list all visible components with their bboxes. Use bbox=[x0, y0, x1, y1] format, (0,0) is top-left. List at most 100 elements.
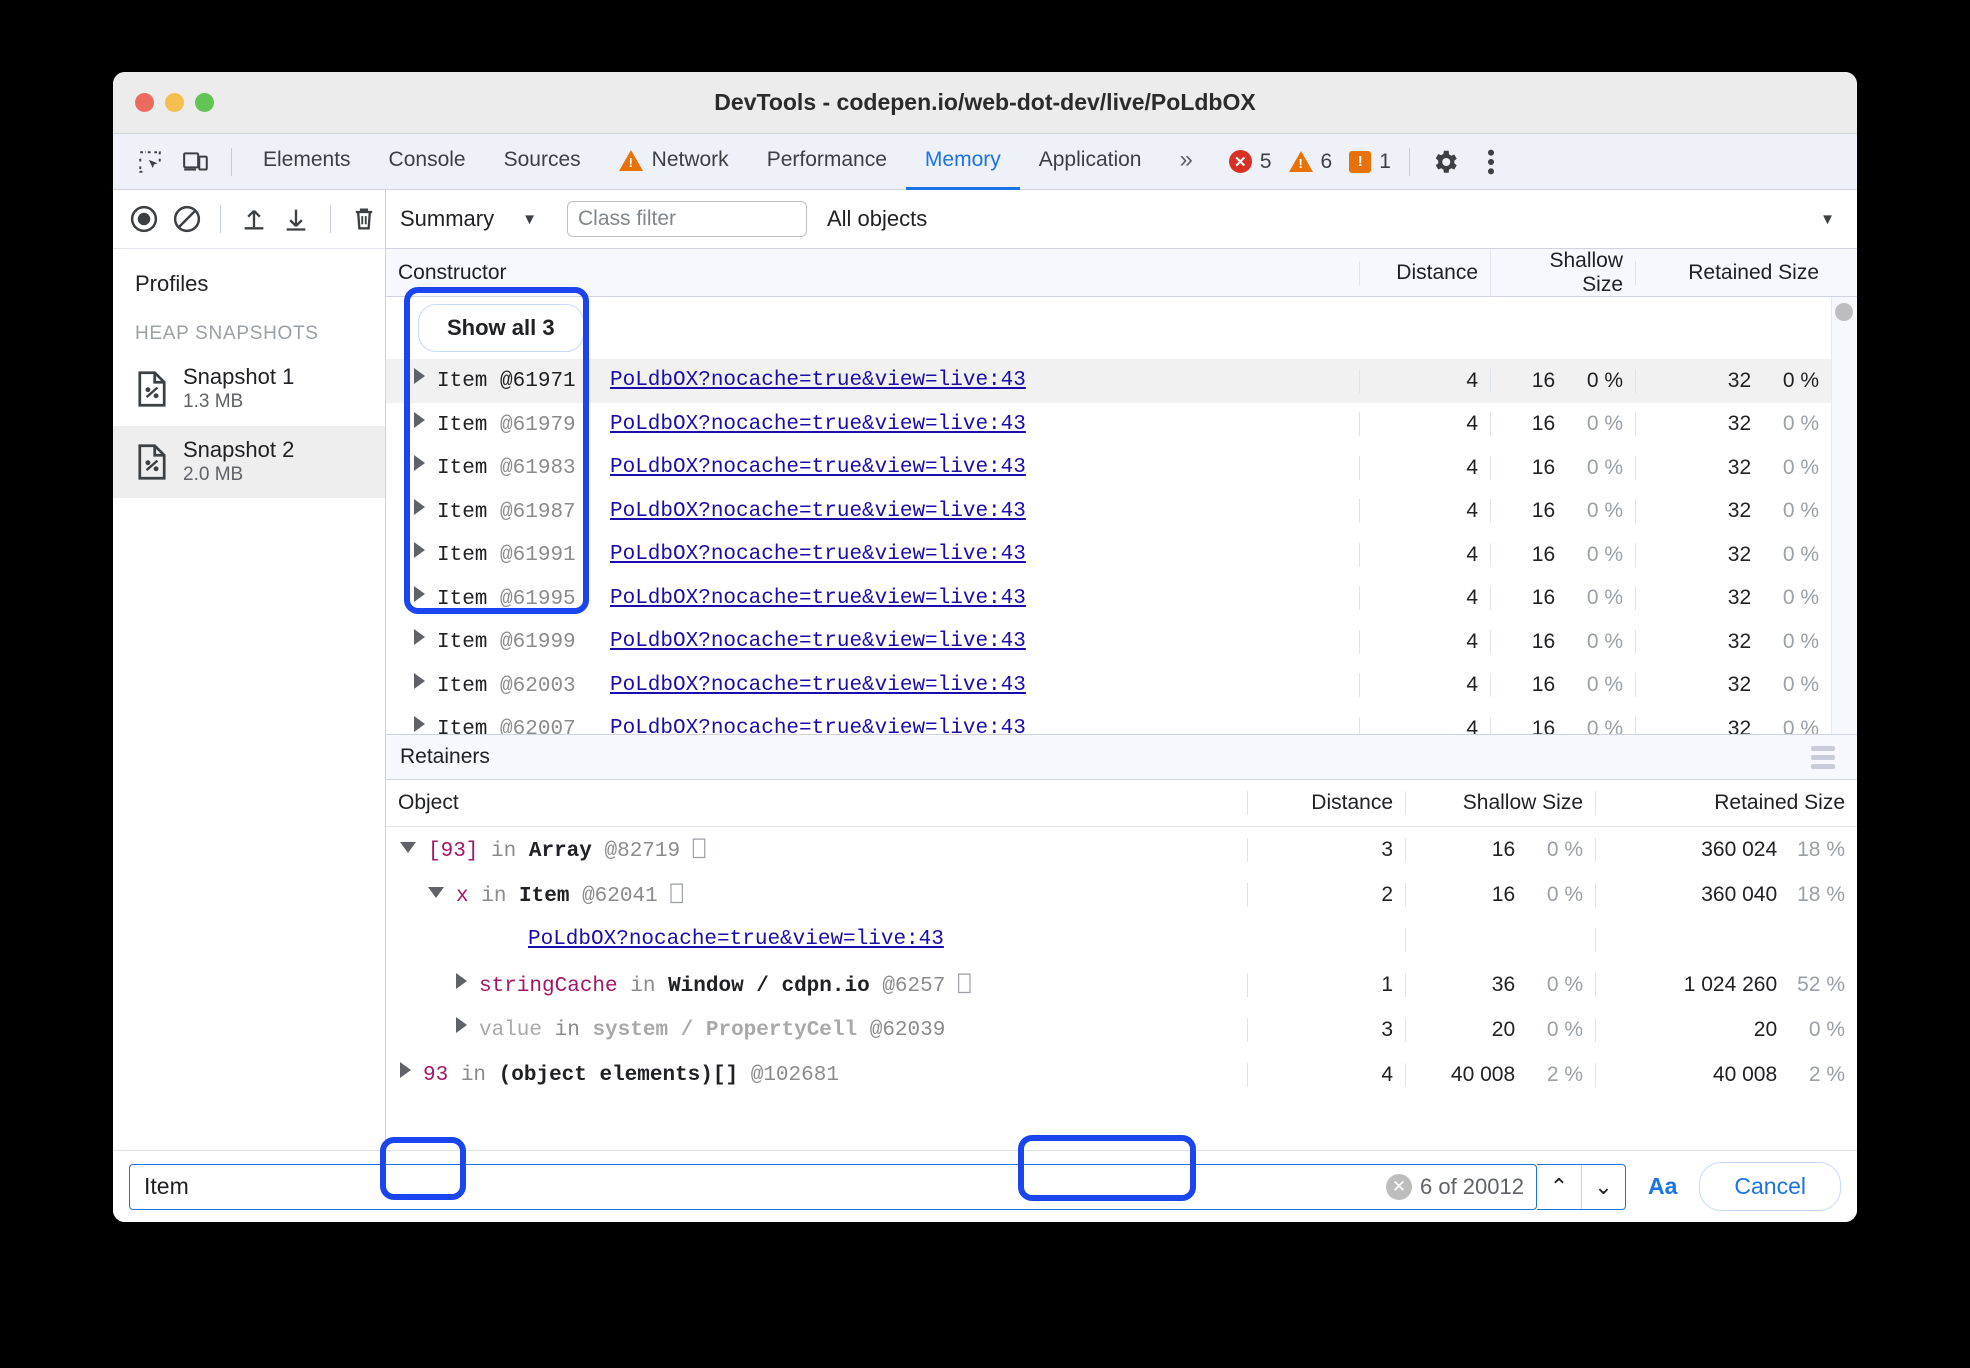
source-link[interactable]: PoLdbOX?nocache=true&view=live:43 bbox=[610, 543, 1026, 566]
expand-triangle-icon[interactable] bbox=[414, 368, 425, 385]
retainer-object-cell[interactable]: [93] in Array @82719 ⎕ bbox=[386, 837, 1247, 863]
expand-triangle-icon[interactable] bbox=[400, 1062, 411, 1078]
table-row[interactable]: Item @62007 PoLdbOX?nocache=true&view=liv… bbox=[386, 707, 1857, 734]
tab-performance[interactable]: Performance bbox=[748, 134, 906, 190]
source-link[interactable]: PoLdbOX?nocache=true&view=live:43 bbox=[610, 717, 1026, 734]
retainer-object-cell[interactable]: x in Item @62041 ⎕ bbox=[386, 882, 1247, 908]
hamburger-menu-icon[interactable] bbox=[1811, 745, 1835, 769]
gear-icon[interactable] bbox=[1422, 141, 1468, 183]
trash-icon[interactable] bbox=[343, 198, 385, 240]
tab-sources[interactable]: Sources bbox=[485, 134, 600, 190]
clear-search-icon[interactable]: ✕ bbox=[1386, 1173, 1412, 1200]
retainer-row[interactable]: 93 in (object elements)[] @102681 4 40 00… bbox=[386, 1052, 1857, 1097]
table-row[interactable]: Item @61971 PoLdbOX?nocache=true&view=liv… bbox=[386, 359, 1857, 403]
grid-scrollbar[interactable] bbox=[1831, 297, 1857, 734]
source-link[interactable]: PoLdbOX?nocache=true&view=live:43 bbox=[610, 500, 1026, 523]
expand-triangle-icon[interactable] bbox=[414, 542, 425, 559]
table-row[interactable]: Item @61987 PoLdbOX?nocache=true&view=liv… bbox=[386, 490, 1857, 534]
table-row[interactable]: Item @62003 PoLdbOX?nocache=true&view=liv… bbox=[386, 664, 1857, 708]
source-link[interactable]: PoLdbOX?nocache=true&view=live:43 bbox=[610, 413, 1026, 436]
retainer-row[interactable]: stringCache in Window / cdpn.io @6257 ⎕ 1… bbox=[386, 962, 1857, 1007]
find-input-wrapper[interactable]: ✕ 6 of 20012 bbox=[129, 1163, 1537, 1210]
table-row[interactable]: Item @61979 PoLdbOX?nocache=true&view=liv… bbox=[386, 403, 1857, 447]
table-row[interactable]: Item @61991 PoLdbOX?nocache=true&view=liv… bbox=[386, 533, 1857, 577]
load-icon[interactable] bbox=[233, 198, 275, 240]
expand-triangle-icon[interactable] bbox=[414, 411, 425, 428]
find-input[interactable] bbox=[142, 1172, 1378, 1201]
retainer-object-cell[interactable]: stringCache in Window / cdpn.io @6257 ⎕ bbox=[386, 972, 1247, 998]
column-header-retained-size[interactable]: Retained Size bbox=[1635, 260, 1831, 285]
constructor-cell[interactable]: Item @61987 PoLdbOX?nocache=true&view=liv… bbox=[386, 498, 1359, 524]
expand-triangle-icon[interactable] bbox=[400, 841, 416, 853]
constructor-grid-body[interactable]: Show all 3 Item @61971 PoLdbOX?nocache=tr… bbox=[386, 297, 1857, 734]
match-case-button[interactable]: Aa bbox=[1626, 1173, 1699, 1200]
constructor-cell[interactable]: Item @62007 PoLdbOX?nocache=true&view=liv… bbox=[386, 716, 1359, 734]
inspect-element-icon[interactable] bbox=[127, 141, 173, 183]
tab-memory[interactable]: Memory bbox=[905, 134, 1020, 190]
retainer-object-cell[interactable]: value in system / PropertyCell @62039 bbox=[386, 1017, 1247, 1042]
constructor-cell[interactable]: Item @61995 PoLdbOX?nocache=true&view=liv… bbox=[386, 585, 1359, 611]
column-header-distance[interactable]: Distance bbox=[1359, 260, 1490, 285]
retainer-object-cell[interactable]: 93 in (object elements)[] @102681 bbox=[386, 1062, 1247, 1087]
expand-triangle-icon[interactable] bbox=[428, 886, 444, 898]
error-counter[interactable]: ✕ 5 bbox=[1223, 150, 1278, 174]
objects-filter-select[interactable]: All objects ▼ bbox=[827, 206, 1857, 232]
issue-counter[interactable]: ! 1 bbox=[1343, 150, 1397, 174]
tab-console[interactable]: Console bbox=[370, 134, 485, 190]
cancel-button[interactable]: Cancel bbox=[1699, 1162, 1841, 1211]
kebab-menu-icon[interactable] bbox=[1468, 141, 1514, 183]
expand-triangle-icon[interactable] bbox=[414, 498, 425, 515]
retainer-row[interactable]: x in Item @62041 ⎕ 2 16 0 % 360 040 18 % bbox=[386, 872, 1857, 917]
table-row[interactable]: Item @61995 PoLdbOX?nocache=true&view=liv… bbox=[386, 577, 1857, 621]
expand-triangle-icon[interactable] bbox=[456, 972, 467, 989]
chevron-down-icon[interactable]: ⌄ bbox=[1580, 1164, 1625, 1209]
column-header-retainer-shallow-size[interactable]: Shallow Size bbox=[1405, 791, 1595, 815]
retainer-row[interactable]: [93] in Array @82719 ⎕ 3 16 0 % 360 024 18 … bbox=[386, 827, 1857, 872]
close-window-button[interactable] bbox=[135, 93, 154, 112]
snapshot-item-1[interactable]: Snapshot 1 1.3 MB bbox=[113, 353, 385, 426]
constructor-cell[interactable]: Item @61991 PoLdbOX?nocache=true&view=liv… bbox=[386, 542, 1359, 567]
expand-triangle-icon[interactable] bbox=[414, 455, 425, 472]
expand-triangle-icon[interactable] bbox=[414, 672, 425, 689]
grid-scrollbar-thumb[interactable] bbox=[1835, 303, 1853, 321]
tab-elements[interactable]: Elements bbox=[244, 134, 370, 190]
record-icon[interactable] bbox=[123, 198, 165, 240]
table-row[interactable]: Item @61999 PoLdbOX?nocache=true&view=liv… bbox=[386, 620, 1857, 664]
expand-triangle-icon[interactable] bbox=[414, 629, 425, 646]
snapshot-item-2[interactable]: Snapshot 2 2.0 MB bbox=[113, 425, 385, 499]
class-filter-input[interactable] bbox=[566, 201, 807, 237]
column-header-retainer-distance[interactable]: Distance bbox=[1247, 791, 1405, 815]
source-link[interactable]: PoLdbOX?nocache=true&view=live:43 bbox=[528, 928, 944, 951]
constructor-cell[interactable]: Item @62003 PoLdbOX?nocache=true&view=liv… bbox=[386, 672, 1359, 698]
column-header-constructor[interactable]: Constructor bbox=[386, 261, 1359, 285]
constructor-cell[interactable]: Item @61971 PoLdbOX?nocache=true&view=liv… bbox=[386, 368, 1359, 393]
source-link[interactable]: PoLdbOX?nocache=true&view=live:43 bbox=[610, 456, 1026, 479]
show-all-button[interactable]: Show all 3 bbox=[418, 304, 584, 352]
expand-triangle-icon[interactable] bbox=[414, 716, 425, 733]
constructor-cell[interactable]: Item @61979 PoLdbOX?nocache=true&view=liv… bbox=[386, 411, 1359, 437]
source-link[interactable]: PoLdbOX?nocache=true&view=live:43 bbox=[610, 674, 1026, 697]
expand-triangle-icon[interactable] bbox=[456, 1017, 467, 1033]
column-header-object[interactable]: Object bbox=[386, 791, 1247, 815]
retainer-object-cell[interactable]: PoLdbOX?nocache=true&view=live:43 bbox=[386, 928, 1247, 951]
source-link[interactable]: PoLdbOX?nocache=true&view=live:43 bbox=[610, 369, 1026, 392]
tab-application[interactable]: Application bbox=[1020, 134, 1161, 190]
more-tabs-button[interactable]: » bbox=[1160, 134, 1208, 190]
constructor-cell[interactable]: Item @61999 PoLdbOX?nocache=true&view=liv… bbox=[386, 629, 1359, 654]
table-row[interactable]: Item @61983 PoLdbOX?nocache=true&view=liv… bbox=[386, 446, 1857, 490]
tab-network[interactable]: Network bbox=[600, 134, 748, 190]
minimize-window-button[interactable] bbox=[165, 93, 184, 112]
column-header-retainer-retained-size[interactable]: Retained Size bbox=[1595, 791, 1857, 815]
source-link[interactable]: PoLdbOX?nocache=true&view=live:43 bbox=[610, 630, 1026, 653]
maximize-window-button[interactable] bbox=[195, 93, 214, 112]
device-toolbar-icon[interactable] bbox=[173, 141, 219, 183]
clear-icon[interactable] bbox=[165, 198, 207, 240]
expand-triangle-icon[interactable] bbox=[414, 585, 425, 602]
view-mode-select[interactable]: Summary ▼ bbox=[400, 206, 545, 232]
chevron-up-icon[interactable]: ⌃ bbox=[1537, 1165, 1581, 1209]
warning-counter[interactable]: 6 bbox=[1283, 150, 1339, 174]
save-icon[interactable] bbox=[275, 198, 317, 240]
retainer-row[interactable]: PoLdbOX?nocache=true&view=live:43 bbox=[386, 917, 1857, 962]
column-header-shallow-size[interactable]: Shallow Size bbox=[1490, 248, 1635, 297]
source-link[interactable]: PoLdbOX?nocache=true&view=live:43 bbox=[610, 587, 1026, 610]
